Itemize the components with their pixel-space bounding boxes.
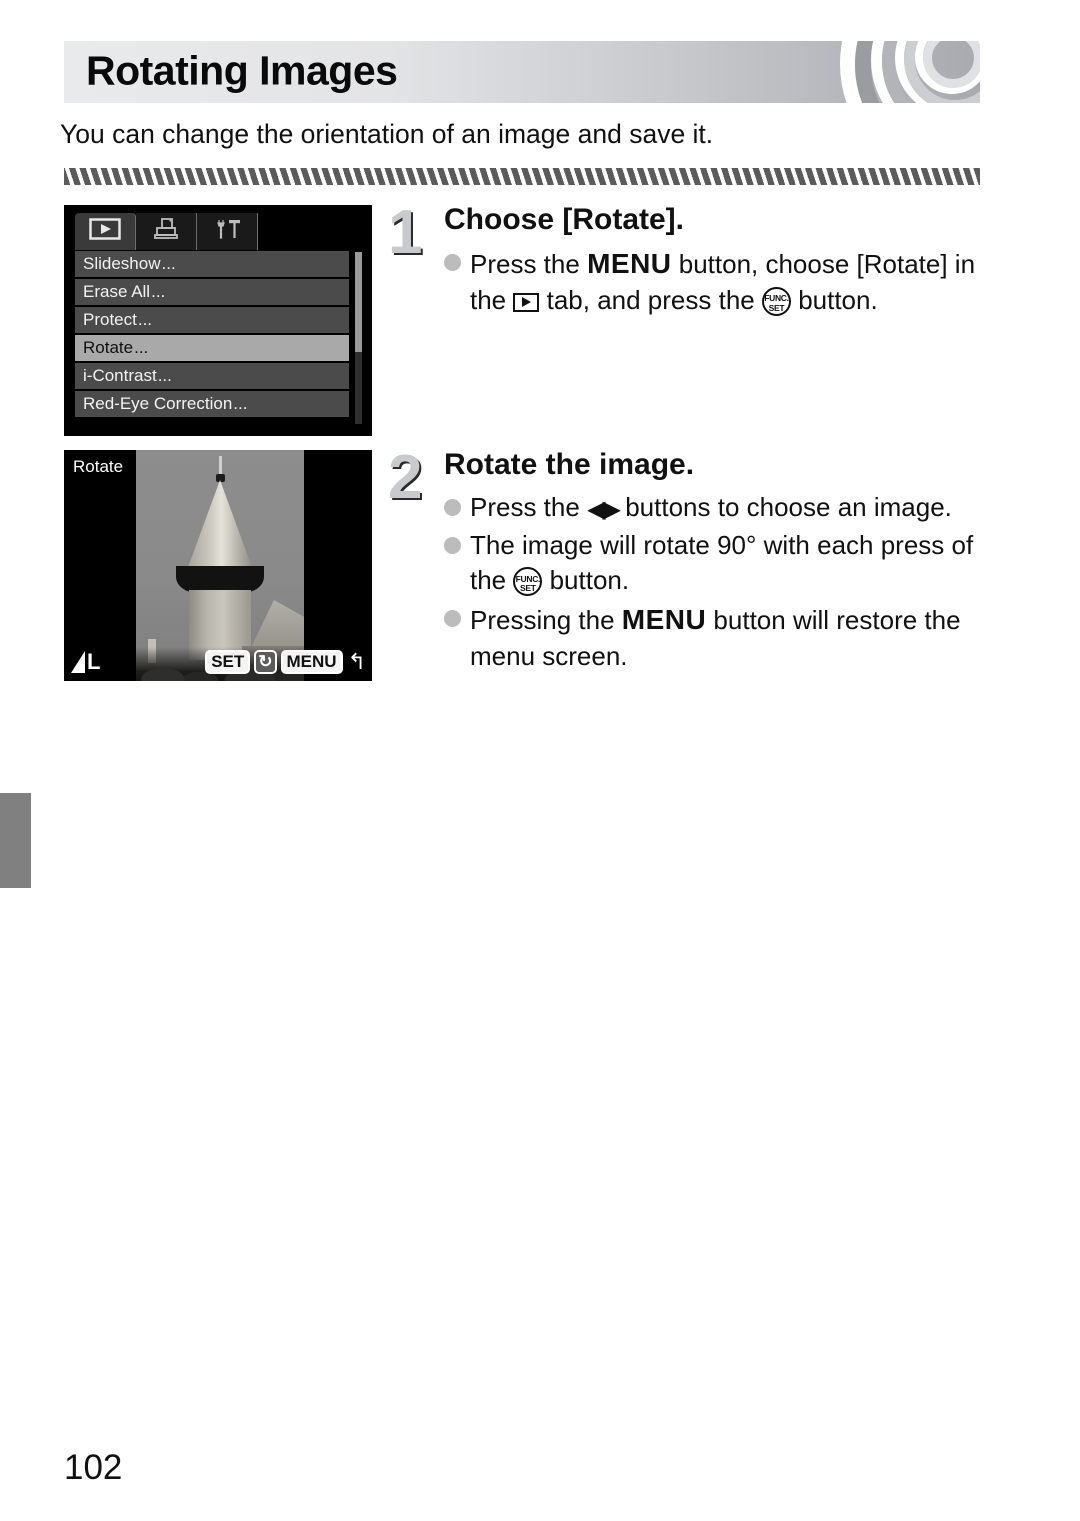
menu-item-label: Erase All xyxy=(83,282,151,301)
text-fragment: Press the xyxy=(470,248,588,279)
bullet-item: Press the MENU button, choose [Rotate] i… xyxy=(444,245,984,318)
play-icon xyxy=(513,292,540,312)
menu-item-list: Slideshow... Erase All... Protect... Rot… xyxy=(75,251,349,419)
menu-item-ellipsis: ... xyxy=(233,393,248,413)
page-title-bar: Rotating Images xyxy=(64,41,980,103)
quality-size-letter: L xyxy=(87,649,101,675)
menu-item-rotate[interactable]: Rotate... xyxy=(75,335,349,361)
menu-item-label: Red-Eye Correction xyxy=(83,394,233,413)
menu-keyword: MENU xyxy=(587,247,672,279)
bullet-item: Press the ◀▶ buttons to choose an image. xyxy=(444,490,984,527)
bullet-dot-icon xyxy=(444,609,461,627)
step-2-number: 2 xyxy=(388,443,423,512)
menu-item-label: i-Contrast xyxy=(83,366,157,385)
menu-item-protect[interactable]: Protect... xyxy=(75,307,349,333)
menu-scrollbar[interactable] xyxy=(355,252,362,424)
bullet-text: Press the MENU button, choose [Rotate] i… xyxy=(470,245,984,318)
play-icon xyxy=(89,218,121,245)
text-fragment: buttons to choose an image. xyxy=(617,491,952,522)
step-2-bullet-list: Press the ◀▶ buttons to choose an image.… xyxy=(444,490,984,675)
set-button-hint[interactable]: SET xyxy=(205,650,251,674)
menu-item-erase-all[interactable]: Erase All... xyxy=(75,279,349,305)
menu-tab-bar xyxy=(75,213,258,250)
hatched-divider xyxy=(64,168,980,185)
page-title: Rotating Images xyxy=(86,47,398,94)
menu-item-i-contrast[interactable]: i-Contrast... xyxy=(75,363,349,389)
bullet-text: Pressing the MENU button will restore th… xyxy=(470,601,984,674)
page-intro-text: You can change the orientation of an ima… xyxy=(60,119,714,149)
menu-item-ellipsis: ... xyxy=(134,337,149,357)
osd-button-hints: SET ↻ MENU ↰ xyxy=(205,650,366,674)
page-number: 102 xyxy=(64,1448,123,1487)
printer-icon xyxy=(153,217,179,246)
menu-button-hint[interactable]: MENU xyxy=(280,650,343,674)
chapter-edge-tab-marker xyxy=(0,793,31,888)
return-arrow-icon: ↰ xyxy=(347,649,366,674)
text-fragment: Press the xyxy=(470,491,588,522)
image-quality-indicator: L xyxy=(71,651,100,673)
menu-item-ellipsis: ... xyxy=(157,365,172,385)
camera-menu-screenshot: Slideshow... Erase All... Protect... Rot… xyxy=(64,205,372,436)
step-2-block: 2 Rotate the image. Press the ◀▶ buttons… xyxy=(388,443,984,676)
menu-item-ellipsis: ... xyxy=(161,253,176,273)
func-set-icon: FUNC. SET xyxy=(761,286,791,316)
menu-item-label: Rotate xyxy=(83,338,134,357)
church-photo xyxy=(136,450,304,681)
func-set-line1: FUNC. xyxy=(764,293,789,304)
menu-item-ellipsis: ... xyxy=(151,281,166,301)
quality-wedge-icon xyxy=(71,651,85,673)
menu-item-slideshow[interactable]: Slideshow... xyxy=(75,251,349,277)
func-set-icon: FUNC. SET xyxy=(513,567,543,597)
text-fragment: button. xyxy=(542,565,630,596)
bullet-item: The image will rotate 90° with each pres… xyxy=(444,528,984,599)
text-fragment: tab, and press the xyxy=(539,284,762,315)
decorative-swirl-graphic xyxy=(780,41,980,103)
bullet-dot-icon xyxy=(444,253,461,271)
step-1-bullet-list: Press the MENU button, choose [Rotate] i… xyxy=(444,245,984,318)
wrench-hammer-icon xyxy=(212,217,242,246)
menu-item-label: Protect xyxy=(83,310,137,329)
menu-scrollbar-thumb[interactable] xyxy=(355,252,362,352)
bullet-item: Pressing the MENU button will restore th… xyxy=(444,601,984,674)
print-tab[interactable] xyxy=(136,213,197,250)
left-right-arrows-icon: ◀▶ xyxy=(587,495,621,523)
rotate-screen-label: Rotate xyxy=(73,457,124,476)
camera-rotate-screenshot: Rotate L SET ↻ MENU ↰ xyxy=(64,450,372,681)
bullet-text: Press the ◀▶ buttons to choose an image. xyxy=(470,490,952,527)
menu-item-ellipsis: ... xyxy=(137,309,153,329)
text-fragment: button. xyxy=(790,284,878,315)
step-2-heading: Rotate the image. xyxy=(444,448,695,481)
rotate-icon: ↻ xyxy=(254,650,277,674)
bullet-text: The image will rotate 90° with each pres… xyxy=(470,528,984,599)
step-1-heading: Choose [Rotate]. xyxy=(444,203,684,236)
bullet-dot-icon xyxy=(444,498,461,516)
menu-item-red-eye-correction[interactable]: Red-Eye Correction... xyxy=(75,391,349,417)
func-set-line1: FUNC. xyxy=(515,573,541,584)
func-set-line2: SET xyxy=(768,302,785,313)
playback-tab[interactable] xyxy=(75,213,136,250)
menu-keyword: MENU xyxy=(621,603,707,635)
step-1-number: 1 xyxy=(388,198,423,267)
step-1-block: 1 Choose [Rotate]. Press the MENU button… xyxy=(388,198,984,320)
menu-item-label: Slideshow xyxy=(83,254,161,273)
settings-tab[interactable] xyxy=(197,213,258,250)
bullet-dot-icon xyxy=(444,537,461,555)
func-set-line2: SET xyxy=(520,583,536,594)
text-fragment: Pressing the xyxy=(470,604,622,635)
